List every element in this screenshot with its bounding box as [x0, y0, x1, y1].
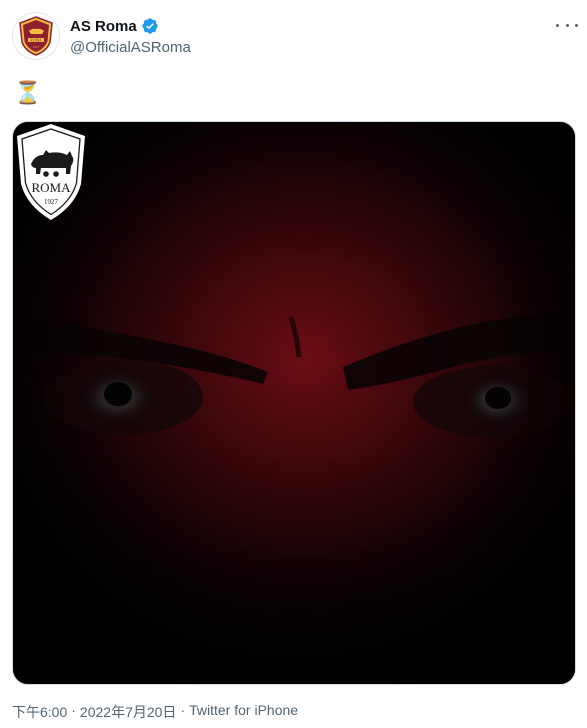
display-name[interactable]: AS Roma: [70, 17, 159, 35]
display-name-text[interactable]: AS Roma: [70, 18, 137, 35]
tweet-metadata: 下午6:00 · 2022年7月20日 · Twitter for iPhone: [12, 702, 298, 722]
svg-text:ROMA: ROMA: [30, 39, 42, 43]
tweet-date[interactable]: 2022年7月20日: [80, 702, 177, 722]
as-roma-crest-icon: ROMA 1927: [19, 16, 53, 56]
separator: ·: [180, 702, 186, 718]
tweet-media-image[interactable]: ROMA 1927: [12, 121, 576, 685]
tweet: ROMA 1927 AS Roma @OfficialASRoma ⏳ ROMA…: [0, 0, 587, 728]
more-dot: [565, 23, 569, 27]
more-dot: [556, 23, 559, 27]
separator: ·: [71, 702, 76, 718]
crest-year: 1927: [44, 198, 59, 206]
tweet-source[interactable]: Twitter for iPhone: [189, 702, 298, 722]
more-options-icon[interactable]: [556, 18, 578, 32]
more-dot: [575, 23, 578, 27]
avatar[interactable]: ROMA 1927: [12, 12, 60, 60]
eyes-artwork: [13, 122, 575, 684]
handle[interactable]: @OfficialASRoma: [70, 39, 191, 56]
verified-badge-icon: [142, 18, 158, 34]
tweet-time[interactable]: 下午6:00: [12, 702, 67, 722]
svg-text:1927: 1927: [33, 45, 40, 49]
roma-crest-watermark: ROMA 1927: [17, 124, 85, 220]
tweet-text: ⏳: [14, 80, 42, 105]
crest-label: ROMA: [31, 180, 71, 195]
